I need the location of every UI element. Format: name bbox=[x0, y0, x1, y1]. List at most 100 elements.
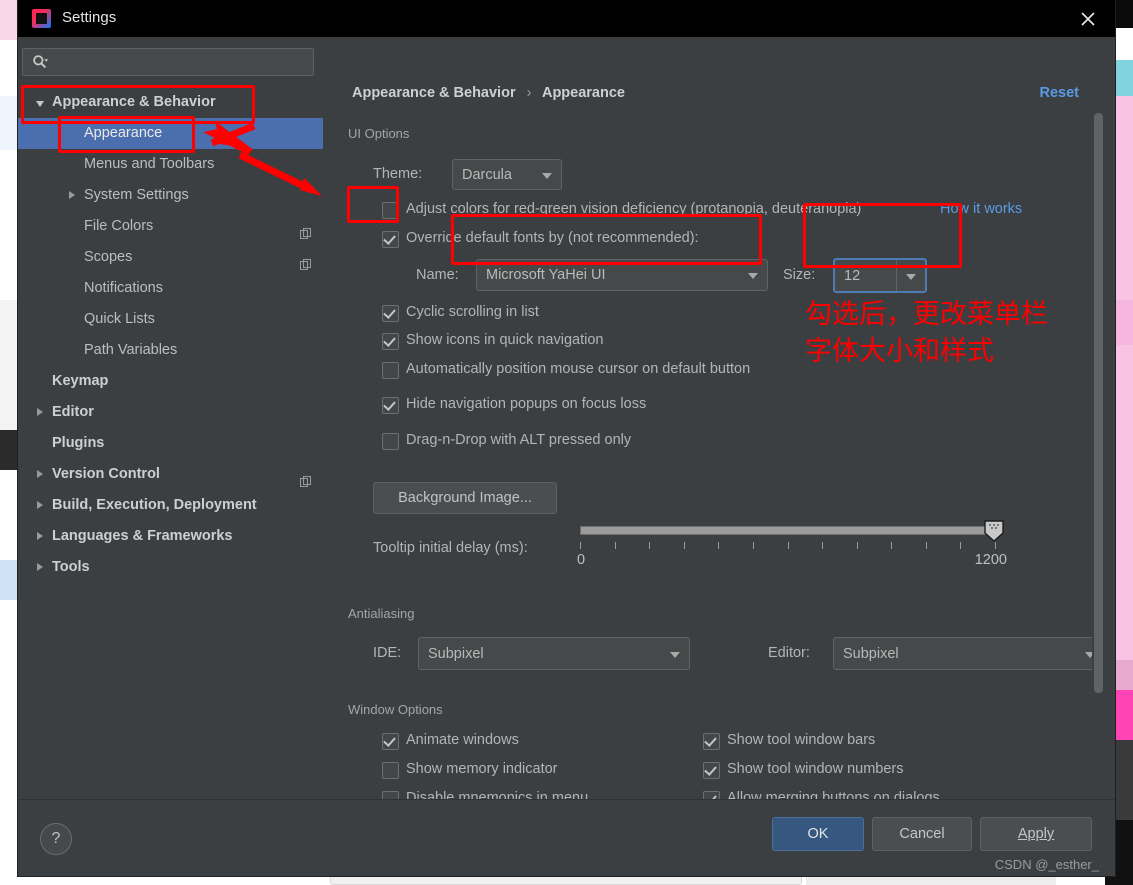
sidebar-item-label: Languages & Frameworks bbox=[52, 528, 233, 544]
chevron-right-icon[interactable] bbox=[69, 191, 75, 199]
sidebar-item-editor[interactable]: Editor bbox=[18, 397, 323, 428]
how-it-works-link[interactable]: How it works bbox=[940, 201, 1022, 217]
ui-options-title: UI Options bbox=[348, 126, 418, 141]
sidebar-item-file-colors[interactable]: File Colors bbox=[18, 211, 323, 242]
antialiasing-ide-label: IDE: bbox=[373, 645, 402, 661]
cancel-button[interactable]: Cancel bbox=[872, 817, 972, 851]
slider-track[interactable] bbox=[580, 526, 997, 535]
background-image-button[interactable]: Background Image... bbox=[373, 482, 557, 514]
slider-tick bbox=[683, 542, 685, 549]
dialog-titlebar: Settings bbox=[18, 0, 1115, 37]
chevron-down-icon[interactable] bbox=[36, 101, 44, 107]
slider-min-label: 0 bbox=[577, 552, 586, 568]
slider-thumb[interactable] bbox=[984, 520, 1004, 542]
checkbox-box[interactable] bbox=[382, 333, 399, 350]
sidebar-item-scopes[interactable]: Scopes bbox=[18, 242, 323, 273]
checkbox-box[interactable] bbox=[382, 397, 399, 414]
sidebar-item-tools[interactable]: Tools bbox=[18, 552, 323, 583]
checkbox-box[interactable] bbox=[703, 762, 720, 779]
sidebar-item-label: Quick Lists bbox=[84, 311, 155, 327]
sidebar-item-notifications[interactable]: Notifications bbox=[18, 273, 323, 304]
reset-link[interactable]: Reset bbox=[1040, 85, 1080, 101]
chevron-right-icon[interactable] bbox=[37, 563, 43, 571]
sidebar-item-appearance[interactable]: Appearance bbox=[18, 118, 323, 149]
ok-button[interactable]: OK bbox=[772, 817, 864, 851]
sidebar-item-path-variables[interactable]: Path Variables bbox=[18, 335, 323, 366]
font-size-value: 12 bbox=[844, 267, 861, 284]
section-divider bbox=[348, 709, 1089, 710]
breadcrumb-separator-icon: › bbox=[526, 85, 532, 101]
settings-content-pane: Appearance & Behavior › Appearance Reset… bbox=[340, 37, 1103, 837]
apply-button-label: Apply bbox=[1017, 826, 1055, 842]
font-size-label: Size: bbox=[783, 267, 816, 283]
font-name-value: Microsoft YaHei UI bbox=[486, 267, 606, 283]
antialiasing-title: Antialiasing bbox=[348, 606, 423, 621]
sidebar-item-appearance-behavior[interactable]: Appearance & Behavior bbox=[18, 87, 323, 118]
search-input[interactable] bbox=[57, 52, 309, 73]
sidebar-item-label: Menus and Toolbars bbox=[84, 156, 215, 172]
breadcrumb-parent[interactable]: Appearance & Behavior bbox=[352, 85, 516, 101]
content-scrollbar[interactable] bbox=[1092, 77, 1103, 837]
settings-tree: Appearance & Behavior Appearance Menus and… bbox=[18, 87, 323, 583]
apply-button[interactable]: Apply bbox=[980, 817, 1092, 851]
copy-settings-icon[interactable] bbox=[300, 220, 311, 239]
checkbox-box[interactable] bbox=[382, 733, 399, 750]
checkbox-box[interactable] bbox=[382, 433, 399, 450]
theme-select[interactable]: Darcula bbox=[452, 159, 562, 190]
sidebar-item-plugins[interactable]: Plugins bbox=[18, 428, 323, 459]
override-fonts-checkbox[interactable] bbox=[382, 231, 399, 248]
chevron-right-icon[interactable] bbox=[37, 470, 43, 478]
sidebar-item-version-control[interactable]: Version Control bbox=[18, 459, 323, 490]
adjust-colors-checkbox[interactable] bbox=[382, 202, 399, 219]
font-name-select[interactable]: Microsoft YaHei UI bbox=[476, 259, 768, 291]
sidebar-item-label: Version Control bbox=[52, 466, 160, 482]
help-button[interactable]: ? bbox=[40, 823, 72, 855]
checkbox-box[interactable] bbox=[703, 733, 720, 750]
override-fonts-label: Override default fonts by (not recommend… bbox=[406, 230, 699, 246]
sidebar-item-label: File Colors bbox=[84, 218, 154, 234]
checkbox-label: Animate windows bbox=[406, 732, 519, 748]
chevron-right-icon[interactable] bbox=[37, 532, 43, 540]
sidebar-item-menus-and-toolbars[interactable]: Menus and Toolbars bbox=[18, 149, 323, 180]
antialiasing-editor-value: Subpixel bbox=[843, 645, 899, 662]
search-box[interactable] bbox=[22, 48, 314, 76]
antialiasing-ide-select[interactable]: Subpixel bbox=[418, 637, 690, 670]
adjust-colors-label: Adjust colors for red-green vision defic… bbox=[406, 201, 862, 217]
sidebar-item-system-settings[interactable]: System Settings bbox=[18, 180, 323, 211]
chevron-right-icon[interactable] bbox=[37, 408, 43, 416]
window-options-section: Window Options bbox=[348, 701, 1089, 717]
sidebar-item-label: Appearance bbox=[84, 125, 163, 141]
sidebar-item-languages-frameworks[interactable]: Languages & Frameworks bbox=[18, 521, 323, 552]
chevron-down-icon bbox=[533, 160, 561, 189]
font-size-select[interactable]: 12 bbox=[833, 258, 927, 293]
antialiasing-editor-select[interactable]: Subpixel bbox=[833, 637, 1103, 670]
slider-tick bbox=[925, 542, 927, 549]
sidebar-item-label: Plugins bbox=[52, 435, 105, 451]
sidebar-item-keymap[interactable]: Keymap bbox=[18, 366, 323, 397]
slider-tick bbox=[580, 542, 581, 549]
font-name-label: Name: bbox=[416, 267, 459, 283]
scrollbar-thumb[interactable] bbox=[1094, 113, 1103, 693]
copy-settings-icon[interactable] bbox=[300, 251, 311, 270]
close-icon[interactable] bbox=[1077, 8, 1099, 30]
intellij-idea-logo-icon bbox=[32, 9, 51, 28]
section-divider bbox=[348, 613, 1089, 614]
sidebar-item-label: Path Variables bbox=[84, 342, 178, 358]
window-options-title: Window Options bbox=[348, 702, 451, 717]
chevron-right-icon[interactable] bbox=[37, 501, 43, 509]
checkbox-box[interactable] bbox=[382, 305, 399, 322]
sidebar-item-label: Keymap bbox=[52, 373, 109, 389]
slider-tick bbox=[752, 542, 754, 549]
checkbox-label: Cyclic scrolling in list bbox=[406, 304, 539, 320]
checkbox-label: Show icons in quick navigation bbox=[406, 332, 604, 348]
chevron-down-icon bbox=[896, 260, 925, 291]
sidebar-item-quick-lists[interactable]: Quick Lists bbox=[18, 304, 323, 335]
checkbox-box[interactable] bbox=[382, 762, 399, 779]
sidebar-item-build-execution-deployment[interactable]: Build, Execution, Deployment bbox=[18, 490, 323, 521]
slider-tick bbox=[960, 542, 962, 549]
checkbox-label: Show memory indicator bbox=[406, 761, 558, 777]
slider-tick bbox=[718, 542, 720, 549]
copy-settings-icon[interactable] bbox=[300, 468, 311, 487]
checkbox-box[interactable] bbox=[382, 362, 399, 379]
chevron-down-icon bbox=[739, 260, 767, 290]
